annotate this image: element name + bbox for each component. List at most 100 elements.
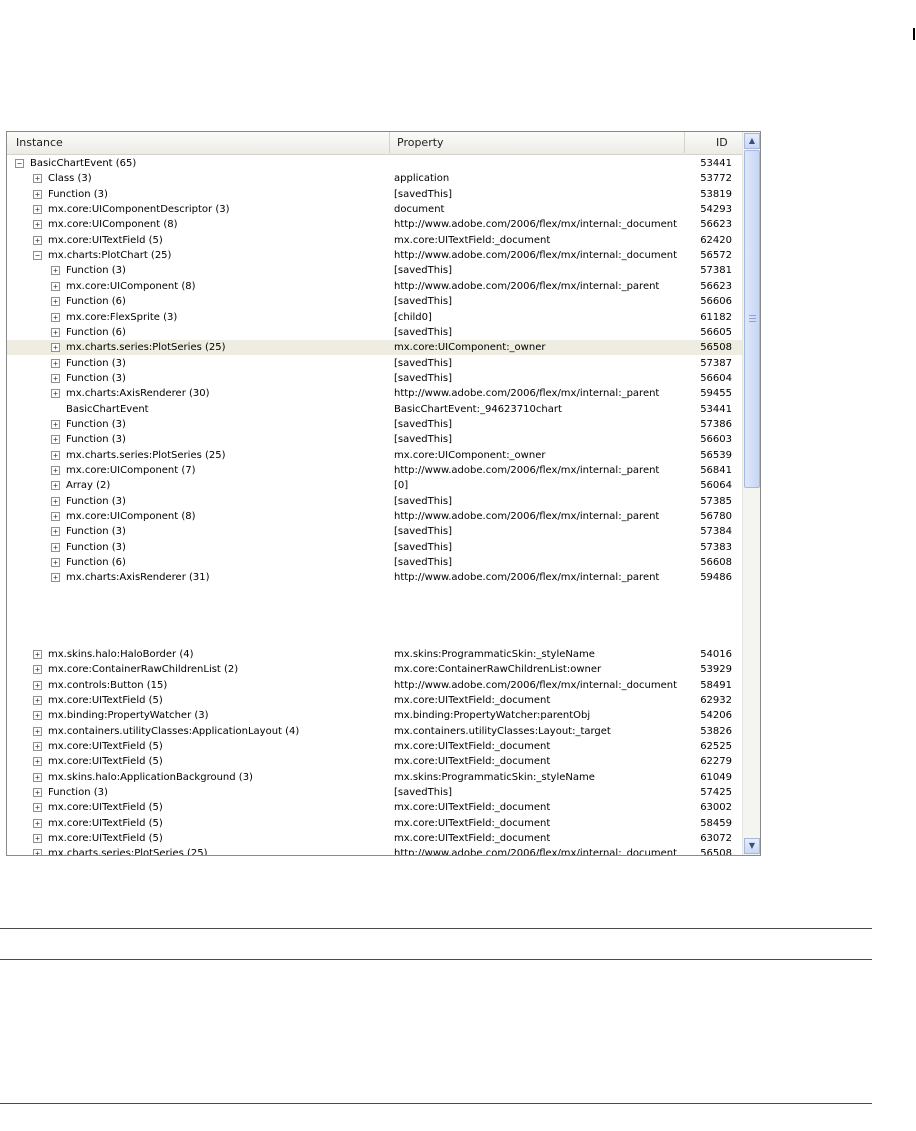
expand-icon[interactable]: + [33, 205, 42, 215]
tree-row[interactable]: − BasicChartEvent (65) 53441 [7, 156, 742, 171]
tree-row[interactable]: + mx.core:UITextField (5) mx.core:UITextFi… [7, 816, 742, 831]
expand-icon[interactable]: + [51, 512, 60, 522]
expand-icon[interactable]: + [33, 220, 42, 230]
instance-cell: mx.core:UITextField (5) [48, 833, 163, 844]
expand-icon[interactable]: + [33, 649, 42, 659]
expand-icon[interactable]: + [51, 297, 60, 307]
expand-icon[interactable]: + [33, 787, 42, 797]
property-cell: [savedThis] [394, 495, 452, 507]
tree-row[interactable]: + mx.charts.series:PlotSeries (25) http://… [7, 846, 742, 856]
scroll-thumb[interactable] [744, 150, 760, 488]
expand-icon[interactable]: + [33, 772, 42, 782]
instance-tree-window[interactable]: Instance Property ID − BasicChartEvent (6… [6, 131, 761, 856]
expand-icon[interactable]: + [33, 695, 42, 705]
tree-row[interactable]: + mx.core:UIComponent (8) http://www.adobe… [7, 509, 742, 524]
page-divider [0, 928, 872, 929]
expand-icon[interactable]: + [33, 803, 42, 813]
tree-row[interactable]: + Function (3) [savedThis] 53819 [7, 187, 742, 202]
tree-row[interactable]: − mx.charts:PlotChart (25) http://www.adob… [7, 248, 742, 263]
expand-icon[interactable]: + [51, 266, 60, 276]
expand-icon[interactable]: + [33, 174, 42, 184]
scroll-up-arrow-icon[interactable]: ▲ [744, 133, 760, 149]
tree-row[interactable]: + Function (3) [savedThis] 57385 [7, 494, 742, 509]
tree-row[interactable]: + mx.controls:Button (15) http://www.adobe… [7, 678, 742, 693]
instance-column-header[interactable]: Instance [7, 132, 390, 153]
tree-row[interactable]: + mx.core:UIComponent (8) http://www.adobe… [7, 217, 742, 232]
tree-row[interactable]: + Function (3) [savedThis] 57387 [7, 356, 742, 371]
instance-cell: Function (6) [66, 326, 126, 338]
vertical-scrollbar[interactable]: ▲ ▼ [742, 132, 760, 855]
expand-icon[interactable]: + [33, 235, 42, 245]
tree-row[interactable]: + mx.charts:AxisRenderer (30) http://www.a… [7, 386, 742, 401]
tree-row[interactable]: + mx.core:UIComponentDescriptor (3) docume… [7, 202, 742, 217]
expand-icon[interactable]: + [51, 527, 60, 537]
tree-row[interactable]: + mx.core:UITextField (5) mx.core:UITextFi… [7, 831, 742, 846]
tree-row[interactable]: + Function (6) [savedThis] 56608 [7, 555, 742, 570]
tree-row[interactable]: + Function (3) [savedThis] 57383 [7, 540, 742, 555]
expand-icon[interactable]: + [33, 849, 42, 855]
tree-row[interactable]: + mx.charts:AxisRenderer (31) http://www.a… [7, 570, 742, 585]
tree-row[interactable]: + mx.core:FlexSprite (3) [child0] 61182 [7, 310, 742, 325]
expand-icon[interactable]: + [33, 680, 42, 690]
expand-icon[interactable]: + [51, 435, 60, 445]
property-cell: http://www.adobe.com/2006/flex/mx/intern… [394, 572, 660, 584]
expand-icon[interactable]: + [51, 343, 60, 353]
tree-row[interactable]: + mx.core:UITextField (5) mx.core:UITextFi… [7, 693, 742, 708]
expand-icon[interactable]: + [51, 481, 60, 491]
tree-row[interactable]: + Class (3) application 53772 [7, 171, 742, 186]
id-cell: 57383 [700, 541, 732, 553]
tree-row[interactable]: + mx.core:UITextField (5) mx.core:UITextFi… [7, 800, 742, 815]
tree-row[interactable]: + mx.charts.series:PlotSeries (25) mx.core… [7, 448, 742, 463]
id-cell: 53441 [700, 403, 732, 415]
expand-icon[interactable]: + [33, 834, 42, 843]
expand-icon[interactable]: + [33, 665, 42, 675]
collapse-icon[interactable]: − [15, 159, 24, 168]
tree-row[interactable]: + mx.containers.utilityClasses:Applicatio… [7, 724, 742, 739]
tree-row[interactable]: + mx.core:UIComponent (8) http://www.adobe… [7, 279, 742, 294]
collapse-icon[interactable]: − [33, 251, 42, 261]
id-column-header[interactable]: ID [685, 132, 742, 153]
expand-icon[interactable]: + [33, 189, 42, 199]
expand-icon[interactable]: + [51, 450, 60, 460]
expand-icon[interactable]: + [33, 818, 42, 828]
tree-row[interactable]: + Function (3) [savedThis] 57381 [7, 263, 742, 278]
tree-row[interactable]: + Function (6) [savedThis] 56606 [7, 294, 742, 309]
expand-icon[interactable]: + [33, 757, 42, 767]
tree-row[interactable]: + Function (6) [savedThis] 56605 [7, 325, 742, 340]
tree-row[interactable]: + mx.skins.halo:ApplicationBackground (3)… [7, 770, 742, 785]
expand-icon[interactable]: + [33, 741, 42, 751]
expand-icon[interactable]: + [51, 573, 60, 583]
tree-row[interactable]: + mx.binding:PropertyWatcher (3) mx.bindin… [7, 708, 742, 723]
tree-row[interactable]: + mx.skins.halo:HaloBorder (4) mx.skins:Pr… [7, 647, 742, 662]
expand-icon[interactable]: + [51, 312, 60, 322]
scroll-down-arrow-icon[interactable]: ▼ [744, 838, 760, 854]
tree-row[interactable]: + Function (3) [savedThis] 56604 [7, 371, 742, 386]
expand-icon[interactable]: + [51, 389, 60, 399]
expand-icon[interactable]: + [51, 542, 60, 552]
expand-icon[interactable]: + [51, 419, 60, 429]
expand-icon[interactable]: + [51, 327, 60, 337]
tree-row[interactable]: + Function (3) [savedThis] 57384 [7, 524, 742, 539]
tree-row[interactable]: + mx.core:UITextField (5) mx.core:UITextFi… [7, 739, 742, 754]
expand-icon[interactable]: + [33, 711, 42, 721]
expand-icon[interactable]: + [51, 358, 60, 368]
tree-row[interactable]: BasicChartEvent BasicChartEvent:_94623710… [7, 402, 742, 417]
property-cell: http://www.adobe.com/2006/flex/mx/intern… [394, 848, 678, 856]
expand-icon[interactable]: + [51, 373, 60, 383]
id-cell: 56508 [700, 342, 732, 354]
tree-row[interactable]: + Array (2) [0] 56064 [7, 478, 742, 493]
expand-icon[interactable]: + [33, 726, 42, 736]
tree-row[interactable]: + Function (3) [savedThis] 57386 [7, 417, 742, 432]
tree-row[interactable]: + mx.core:UIComponent (7) http://www.adobe… [7, 463, 742, 478]
property-column-header[interactable]: Property [390, 132, 685, 153]
tree-row[interactable]: + mx.charts.series:PlotSeries (25) mx.core… [7, 340, 742, 356]
expand-icon[interactable]: + [51, 281, 60, 291]
tree-row[interactable]: + Function (3) [savedThis] 57425 [7, 785, 742, 800]
tree-row[interactable]: + Function (3) [savedThis] 56603 [7, 432, 742, 447]
expand-icon[interactable]: + [51, 466, 60, 475]
expand-icon[interactable]: + [51, 558, 60, 568]
expand-icon[interactable]: + [51, 496, 60, 506]
tree-row[interactable]: + mx.core:UITextField (5) mx.core:UITextFi… [7, 233, 742, 248]
tree-row[interactable]: + mx.core:ContainerRawChildrenList (2) mx.… [7, 662, 742, 677]
tree-row[interactable]: + mx.core:UITextField (5) mx.core:UITextFi… [7, 754, 742, 769]
